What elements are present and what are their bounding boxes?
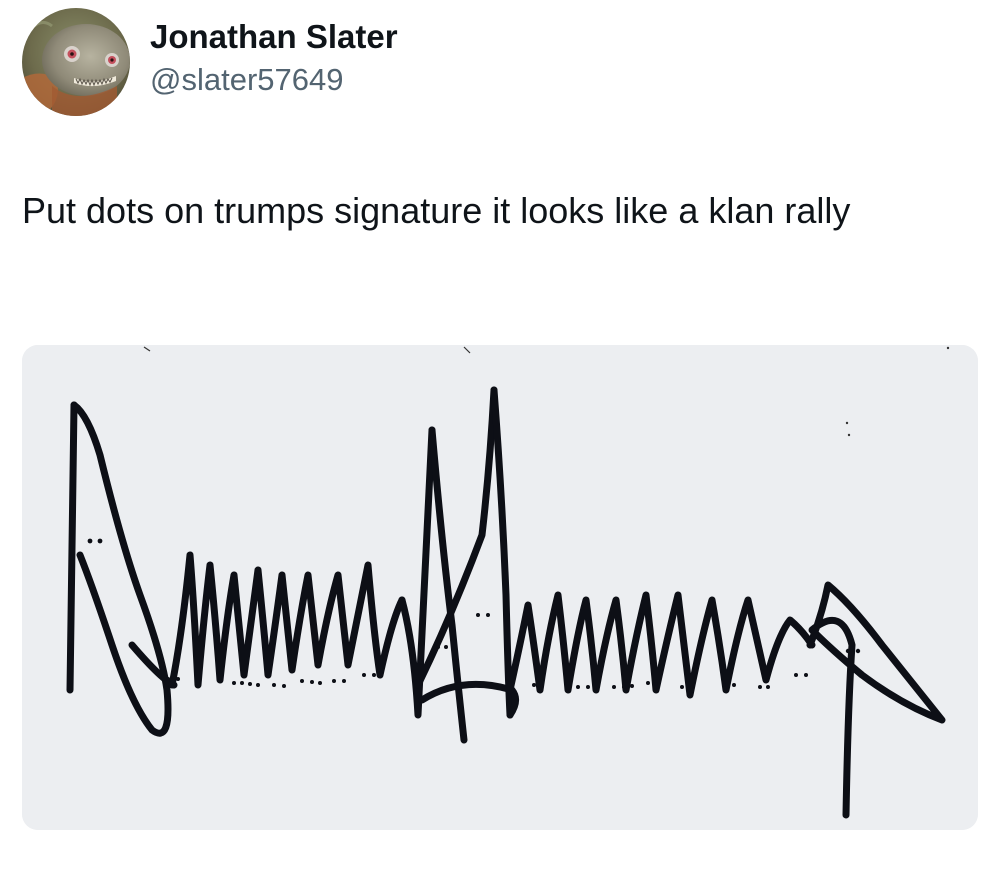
- author-handle[interactable]: @slater57649: [150, 61, 398, 99]
- author-display-name[interactable]: Jonathan Slater: [150, 17, 398, 57]
- piranha-avatar-icon[interactable]: [22, 8, 130, 116]
- tweet-text: Put dots on trumps signature it looks li…: [22, 190, 851, 231]
- author-names: Jonathan Slater @slater57649: [150, 17, 398, 99]
- tweet-header: Jonathan Slater @slater57649: [22, 8, 398, 116]
- signature-image[interactable]: [22, 345, 978, 830]
